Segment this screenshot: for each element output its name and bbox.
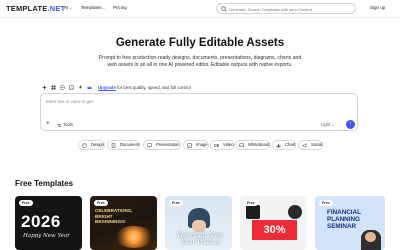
microphone-icon[interactable]	[78, 85, 83, 90]
page-title: Generate Fully Editable Assets	[115, 37, 285, 49]
template-card[interactable]: Free Celebrations, Bright Beginnings!	[90, 196, 157, 250]
search-icon	[221, 6, 227, 12]
product-image	[246, 205, 260, 219]
person-face	[192, 220, 206, 232]
social-icon	[302, 143, 307, 148]
send-button[interactable]: ↑	[346, 120, 355, 129]
person-face	[365, 232, 376, 242]
add-button[interactable]: +	[46, 120, 50, 127]
page-subtitle: Prompt to free production-ready designs,…	[98, 55, 302, 68]
free-badge: Free	[169, 200, 183, 206]
chip-whiteboard[interactable]: Whiteboard	[235, 140, 271, 150]
card-year-text: 2026	[21, 212, 61, 231]
chart-icon	[276, 144, 281, 148]
category-chips: Design Document Presentation Image Video…	[0, 140, 400, 151]
template-card[interactable]: Free FINANCIAL PLANNING SEMINAR	[315, 196, 385, 250]
document-icon	[111, 143, 116, 148]
chip-chart[interactable]: Chart	[272, 140, 297, 150]
nav-templates[interactable]: Templates⌄	[81, 5, 106, 10]
presentation-icon	[147, 143, 152, 148]
template-card[interactable]: Free 2026 Happy New Year	[15, 196, 82, 250]
sale-label: 30%	[252, 220, 297, 240]
upgrade-banner: Upgrade for best quality, speed, and ful…	[98, 85, 191, 90]
mode-select[interactable]: Light ⌄	[321, 122, 335, 127]
product-image	[288, 205, 302, 219]
prompt-panel: Upgrade for best quality, speed, and ful…	[40, 84, 358, 131]
search-input[interactable]: Generate, Search Templates with your Con…	[216, 3, 356, 14]
chip-document[interactable]: Document	[107, 140, 141, 150]
top-nav: TEMPLATE.NET AI⌄ Templates⌄ Pricing Gene…	[0, 0, 400, 18]
logo[interactable]: TEMPLATE.NET	[6, 4, 65, 13]
chevron-down-icon: ⌄	[102, 6, 106, 10]
template-card[interactable]: Free Heartfelt New Year Wishes	[165, 196, 232, 250]
crown-icon	[87, 86, 92, 89]
card-script-text: Happy New Year	[23, 233, 70, 239]
whiteboard-icon	[239, 143, 244, 147]
free-badge: Free	[244, 200, 258, 206]
tools-button[interactable]: Tools	[57, 122, 73, 127]
template-cards: Free 2026 Happy New Year Free Celebratio…	[0, 196, 400, 250]
chip-image[interactable]: Image	[183, 140, 209, 150]
chevron-down-icon: ⌄	[69, 6, 73, 10]
chip-design[interactable]: Design	[78, 140, 106, 150]
signup-link[interactable]: Sign up	[370, 5, 385, 10]
image-icon[interactable]	[69, 85, 74, 90]
sliders-icon	[57, 123, 62, 127]
fireworks-image	[114, 226, 154, 248]
nav-pricing[interactable]: Pricing	[113, 5, 127, 10]
prompt-placeholder: Enter text or voice to gen	[46, 99, 94, 104]
prompt-toolbar: Upgrade for best quality, speed, and ful…	[40, 84, 358, 92]
card-headline: Heartfelt New Year Wishes	[177, 232, 224, 246]
prompt-input[interactable]: Enter text or voice to gen + Tools Light…	[40, 93, 358, 131]
free-badge: Free	[319, 200, 333, 206]
section-title: Free Templates	[15, 179, 74, 188]
palette-icon	[82, 143, 87, 148]
card-headline: FINANCIAL PLANNING SEMINAR	[327, 209, 361, 230]
template-card[interactable]: Free 30%	[240, 196, 307, 250]
card-headline: Celebrations, Bright Beginnings!	[95, 208, 133, 224]
free-badge: Free	[94, 200, 108, 206]
grid-icon[interactable]	[51, 85, 56, 90]
arrow-up-icon: ↑	[349, 121, 352, 127]
chip-social[interactable]: Social	[298, 140, 324, 150]
nav-ai[interactable]: AI⌄	[64, 5, 72, 10]
sparkle-icon[interactable]	[42, 85, 47, 90]
upgrade-link[interactable]: Upgrade	[98, 85, 116, 90]
video-icon	[214, 144, 219, 147]
image-icon	[187, 143, 192, 148]
chip-presentation[interactable]: Presentation	[143, 140, 181, 150]
globe-icon[interactable]	[60, 85, 65, 90]
free-badge: Free	[19, 200, 33, 206]
chip-video[interactable]: Video	[210, 140, 235, 150]
search-placeholder: Generate, Search Templates with your Con…	[229, 6, 313, 12]
